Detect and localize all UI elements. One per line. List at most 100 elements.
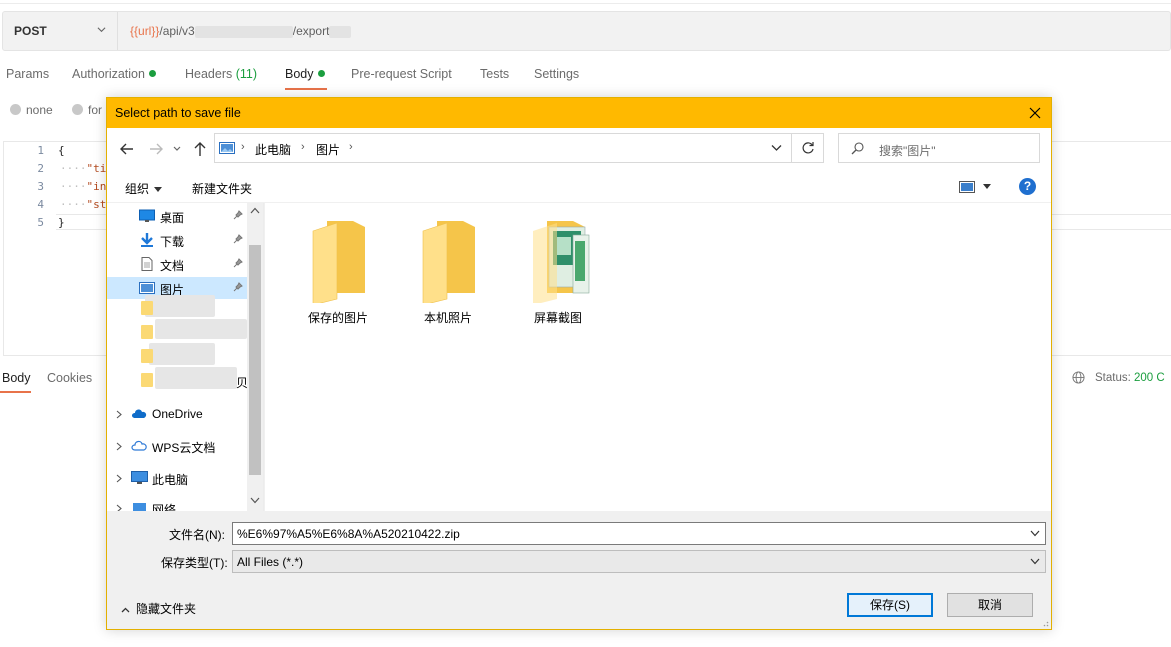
line-number: 3 <box>37 180 44 193</box>
close-button[interactable] <box>1019 98 1051 128</box>
folder-item[interactable]: 屏幕截图 <box>513 219 603 329</box>
navigation-bar: › 此电脑 › 图片 › 搜索"图片" <box>107 128 1051 170</box>
resize-grip-icon[interactable] <box>1041 619 1049 627</box>
folder-item[interactable]: 本机照片 <box>403 219 493 329</box>
folder-icon <box>141 325 153 339</box>
dialog-title-bar[interactable]: Select path to save file <box>107 98 1051 128</box>
new-folder-button[interactable]: 新建文件夹 <box>192 180 252 197</box>
chevron-down-icon[interactable] <box>1030 558 1040 565</box>
scroll-up-icon[interactable] <box>250 207 260 214</box>
scrollbar-thumb[interactable] <box>249 245 261 475</box>
redacted-blur <box>329 25 352 38</box>
headers-count: (11) <box>235 67 258 81</box>
tab-headers[interactable]: Headers (11) <box>185 67 257 81</box>
redacted-blur <box>149 343 215 365</box>
breadcrumb-pictures[interactable]: 图片 <box>316 141 340 158</box>
method-select[interactable]: POST <box>3 12 118 50</box>
chevron-down-icon <box>97 27 106 33</box>
search-icon <box>851 142 864 155</box>
redacted-blur <box>155 319 247 339</box>
caret-down-icon[interactable] <box>983 184 991 189</box>
chevron-down-icon[interactable] <box>771 144 782 152</box>
chevron-down-icon[interactable] <box>1030 530 1040 537</box>
tree-item-label: 网络 <box>152 503 177 511</box>
tab-response-body[interactable]: Body <box>2 371 31 385</box>
folder-item[interactable]: 保存的图片 <box>293 219 383 329</box>
line-number: 1 <box>37 144 44 157</box>
dialog-title: Select path to save file <box>115 106 241 120</box>
cancel-button[interactable]: 取消 <box>947 593 1033 617</box>
folder-label: 本机照片 <box>423 311 472 325</box>
sidebar-item-documents[interactable]: 文档 <box>107 253 247 275</box>
view-mode-icon[interactable] <box>959 181 975 193</box>
computer-icon <box>131 471 148 484</box>
filename-label: 文件名(N): <box>169 528 225 542</box>
address-bar[interactable]: › 此电脑 › 图片 › <box>214 133 792 163</box>
organize-label: 组织 <box>125 182 150 196</box>
tab-authorization[interactable]: Authorization <box>72 67 156 81</box>
tree-item-wps-cloud[interactable]: WPS云文档 <box>107 435 247 457</box>
tab-tests[interactable]: Tests <box>480 67 509 81</box>
forward-arrow-icon[interactable] <box>147 140 165 158</box>
recent-dropdown-icon[interactable] <box>172 140 182 158</box>
folder-label: 屏幕截图 <box>533 311 582 325</box>
tree-item-network[interactable]: 网络 <box>107 497 247 511</box>
url-bar: POST {{url}}/api/v3/export <box>2 11 1171 51</box>
hide-folders-label: 隐藏文件夹 <box>136 602 197 616</box>
tree-item-onedrive[interactable]: OneDrive <box>107 403 247 425</box>
back-arrow-icon[interactable] <box>118 140 136 158</box>
line-number: 5 <box>37 216 44 229</box>
tab-body-label: Body <box>285 67 314 81</box>
radio-form-data[interactable]: for <box>72 103 102 117</box>
tree-item-this-pc[interactable]: 此电脑 <box>107 467 247 489</box>
tree-item-label: 此电脑 <box>152 473 189 487</box>
save-button[interactable]: 保存(S) <box>847 593 933 617</box>
active-tab-underline <box>285 88 327 90</box>
search-placeholder: 搜索"图片" <box>879 144 936 158</box>
folder-icon <box>422 221 475 303</box>
hide-folders-toggle[interactable]: 隐藏文件夹 <box>121 600 196 617</box>
tab-cookies[interactable]: Cookies <box>47 371 92 385</box>
document-icon <box>141 257 153 271</box>
sidebar-item-label: 文档 <box>160 259 185 273</box>
tab-pre-request-script[interactable]: Pre-request Script <box>351 67 452 81</box>
help-icon[interactable]: ? <box>1019 178 1036 195</box>
pin-icon <box>233 234 243 244</box>
refresh-button[interactable] <box>792 133 824 163</box>
url-input[interactable]: {{url}}/api/v3/export <box>130 24 352 38</box>
breadcrumb-separator: › <box>301 141 305 153</box>
breadcrumb-this-pc[interactable]: 此电脑 <box>255 141 291 158</box>
globe-icon[interactable] <box>1072 371 1085 384</box>
filename-input[interactable]: %E6%97%A5%E6%8A%A520210422.zip <box>232 522 1046 545</box>
radio-form-label: for <box>88 103 103 117</box>
filetype-select[interactable]: All Files (*.*) <box>232 550 1046 573</box>
desktop-icon <box>139 209 155 222</box>
chevron-right-icon[interactable] <box>116 474 122 483</box>
organize-menu[interactable]: 组织 <box>125 180 163 197</box>
tab-body[interactable]: Body <box>285 67 325 81</box>
folder-icon <box>312 221 365 303</box>
chevron-right-icon[interactable] <box>116 442 122 451</box>
caret-down-icon <box>154 187 163 192</box>
scroll-down-icon[interactable] <box>250 497 260 504</box>
chevron-right-icon[interactable] <box>116 504 122 511</box>
tab-settings[interactable]: Settings <box>534 67 579 81</box>
status-dot <box>148 70 156 77</box>
radio-circle <box>10 104 21 115</box>
radio-none[interactable]: none <box>10 103 53 117</box>
radio-none-label: none <box>26 103 53 117</box>
sidebar-item-label: 下载 <box>160 235 185 249</box>
command-bar: 组织 新建文件夹 ? <box>107 170 1051 203</box>
top-divider <box>0 0 1171 4</box>
redacted-blur <box>145 295 215 317</box>
sidebar-item-downloads[interactable]: 下载 <box>107 229 247 251</box>
redacted-blur <box>155 367 237 389</box>
tab-params[interactable]: Params <box>6 67 49 81</box>
up-arrow-icon[interactable] <box>191 140 209 158</box>
url-path: /api/v3 <box>159 24 195 38</box>
chevron-right-icon[interactable] <box>116 410 122 419</box>
filetype-label: 保存类型(T): <box>161 556 228 570</box>
tab-headers-label: Headers <box>185 67 233 81</box>
search-box[interactable]: 搜索"图片" <box>838 133 1040 163</box>
sidebar-item-desktop[interactable]: 桌面 <box>107 205 247 227</box>
